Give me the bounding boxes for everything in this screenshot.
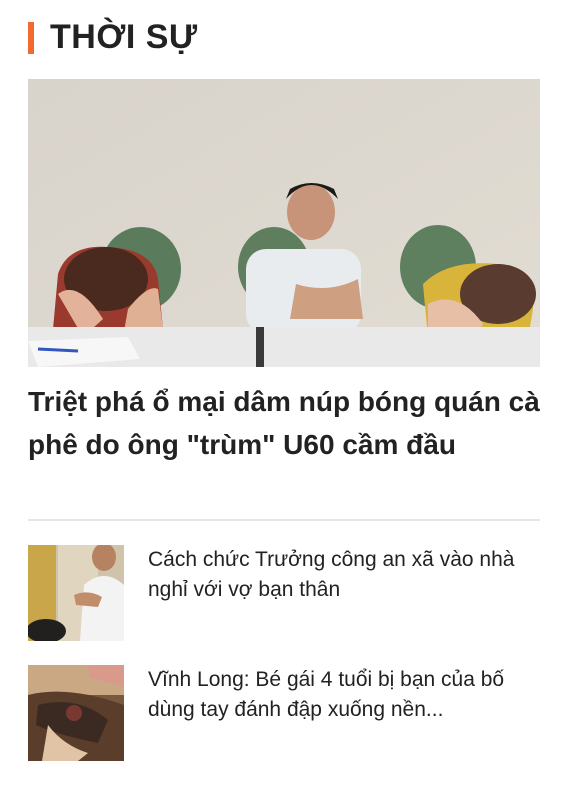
section-accent-bar xyxy=(28,21,34,54)
section-header: THỜI SỰ xyxy=(28,18,198,57)
news-item[interactable]: Vĩnh Long: Bé gái 4 tuổi bị bạn của bố d… xyxy=(28,665,540,761)
news-item[interactable]: Cách chức Trưởng công an xã vào nhà nghỉ… xyxy=(28,545,540,641)
featured-article-image[interactable] xyxy=(28,79,540,367)
divider xyxy=(28,519,540,521)
news-thumbnail[interactable] xyxy=(28,665,124,761)
featured-article-title[interactable]: Triệt phá ổ mại dâm núp bóng quán cà phê… xyxy=(28,380,548,466)
news-title[interactable]: Cách chức Trưởng công an xã vào nhà nghỉ… xyxy=(148,545,540,605)
photo-injured-child xyxy=(28,665,124,761)
photo-man-in-room xyxy=(28,545,124,641)
section-title[interactable]: THỜI SỰ xyxy=(50,18,198,57)
news-title[interactable]: Vĩnh Long: Bé gái 4 tuổi bị bạn của bố d… xyxy=(148,665,540,725)
photo-three-people-at-table xyxy=(28,79,540,367)
news-thumbnail[interactable] xyxy=(28,545,124,641)
